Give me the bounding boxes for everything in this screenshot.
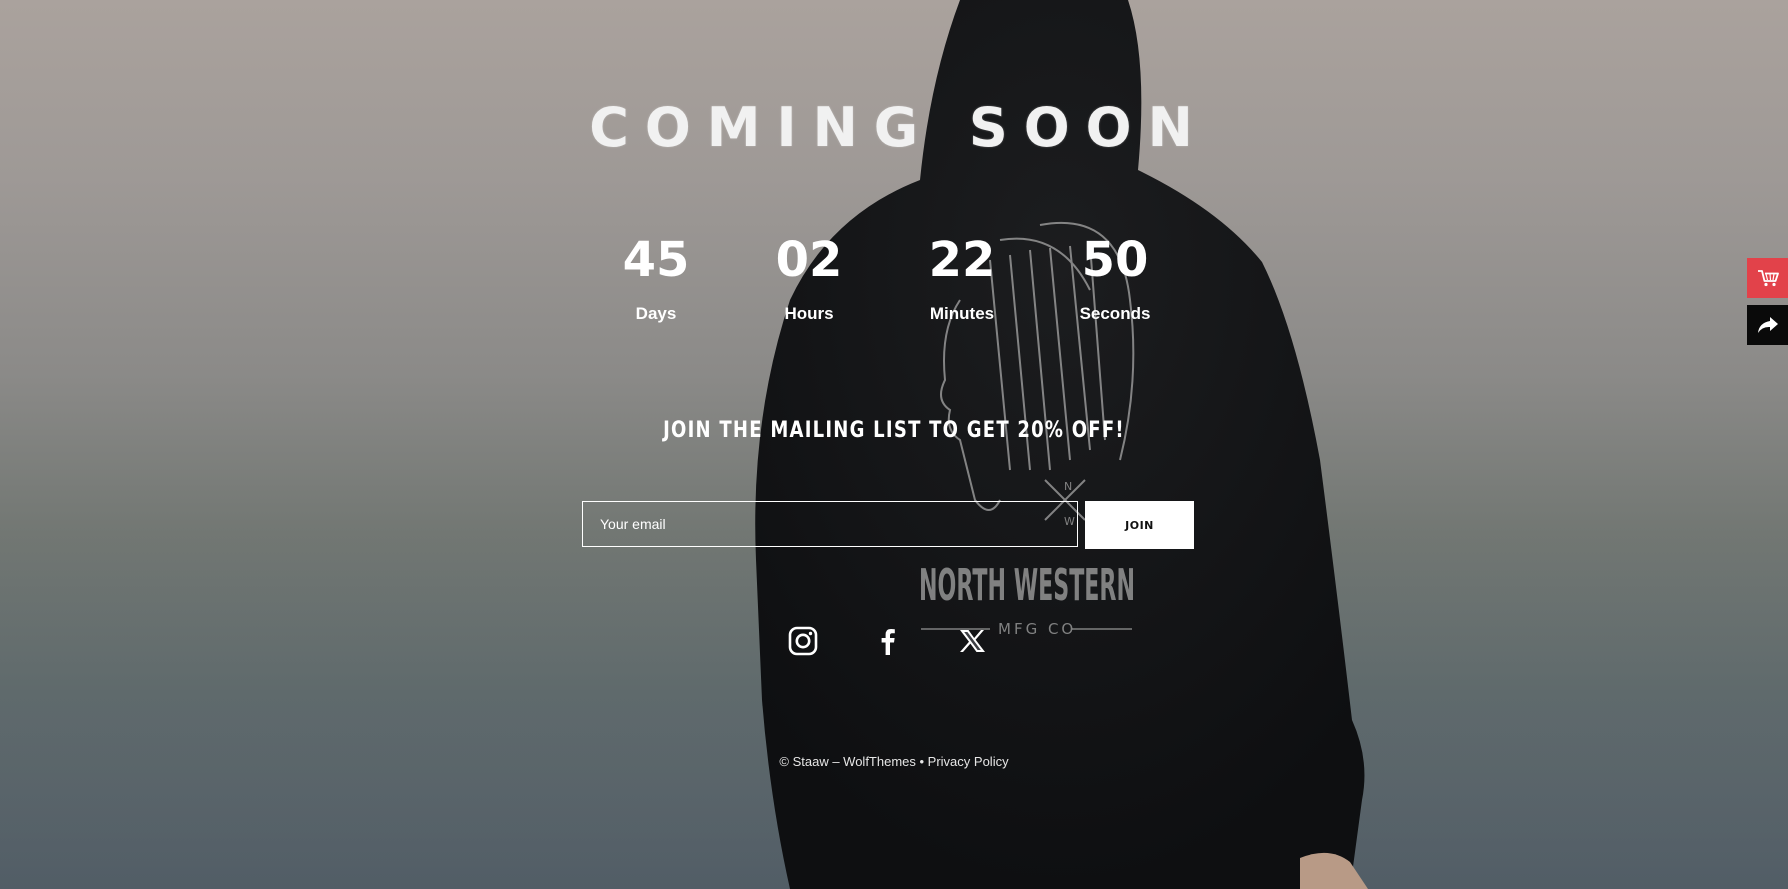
cart-icon bbox=[1757, 270, 1779, 287]
privacy-policy-link[interactable]: Privacy Policy bbox=[928, 754, 1009, 769]
countdown-minutes-label: Minutes bbox=[929, 304, 995, 323]
countdown-seconds-value: 50 bbox=[1081, 232, 1149, 288]
share-icon bbox=[1757, 317, 1778, 333]
email-input[interactable] bbox=[582, 501, 1078, 547]
footer: © Staaw – WolfThemes • Privacy Policy bbox=[0, 754, 1788, 769]
newsletter-form: JOIN bbox=[582, 501, 1194, 549]
countdown-hours-value: 02 bbox=[775, 232, 843, 288]
countdown-days: 45 Days bbox=[581, 230, 731, 324]
coming-soon-page: N W NORTH WESTERN MFG CO COMING SOON 45 … bbox=[0, 0, 1788, 889]
main-content: COMING SOON 45 Days 02 Hours 22 Minutes … bbox=[0, 0, 1788, 889]
countdown-minutes-value: 22 bbox=[928, 232, 996, 288]
countdown-seconds-label: Seconds bbox=[1079, 304, 1151, 323]
cart-button[interactable] bbox=[1747, 258, 1788, 298]
countdown-days-label: Days bbox=[635, 304, 677, 323]
countdown-seconds: 50 Seconds bbox=[1040, 230, 1190, 324]
countdown-hours-label: Hours bbox=[784, 304, 834, 323]
countdown-hours: 02 Hours bbox=[734, 230, 884, 324]
countdown-minutes: 22 Minutes bbox=[887, 230, 1037, 324]
instagram-icon[interactable] bbox=[786, 624, 820, 658]
mailing-list-heading: JOIN THE MAILING LIST TO GET 20% OFF! bbox=[663, 418, 1125, 443]
share-button[interactable] bbox=[1747, 305, 1788, 345]
countdown-timer: 45 Days 02 Hours 22 Minutes 50 Seconds bbox=[581, 230, 1201, 340]
x-twitter-icon[interactable] bbox=[955, 624, 989, 658]
countdown-days-value: 45 bbox=[622, 232, 690, 288]
join-button[interactable]: JOIN bbox=[1085, 501, 1194, 549]
facebook-icon[interactable] bbox=[871, 624, 905, 658]
page-title: COMING SOON bbox=[589, 96, 1209, 159]
footer-separator: • bbox=[915, 754, 928, 769]
footer-copyright: © Staaw – WolfThemes bbox=[779, 754, 916, 769]
